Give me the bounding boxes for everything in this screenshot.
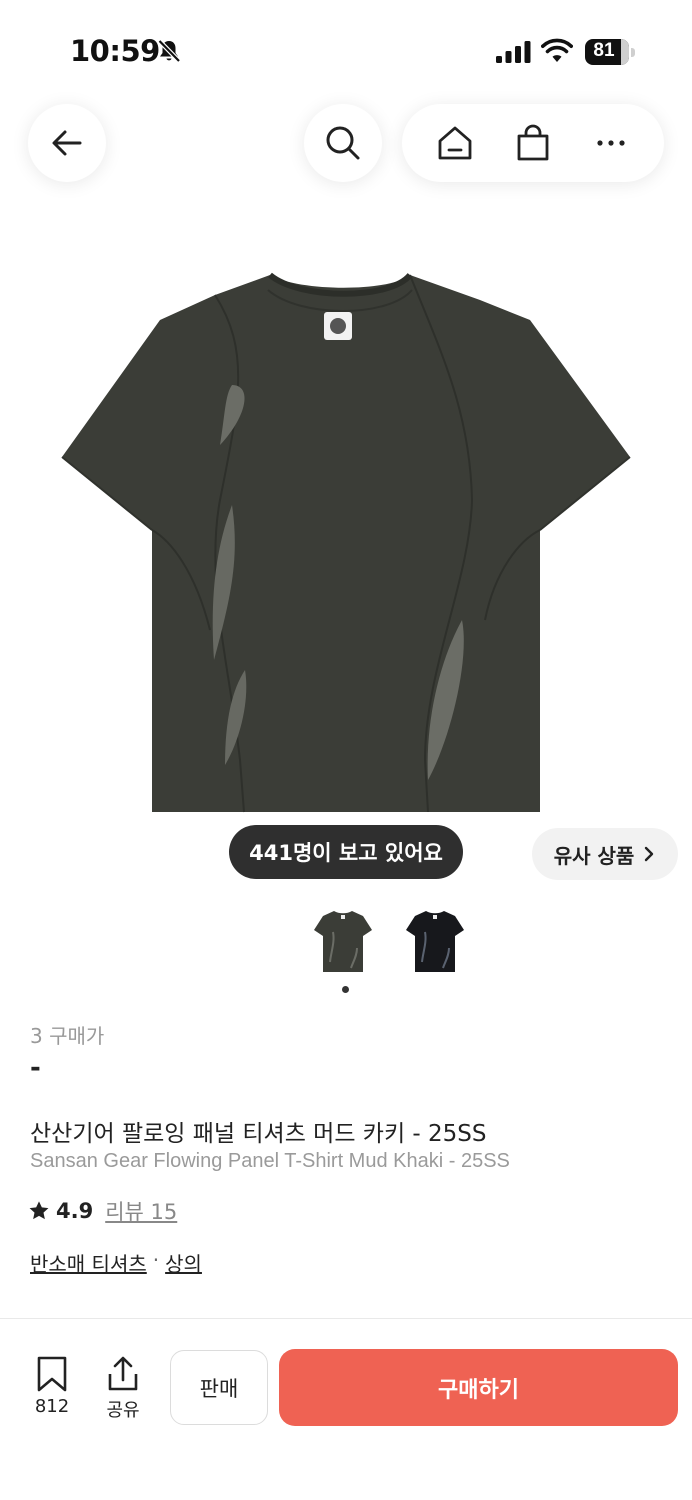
bell-slash-icon [157, 39, 181, 63]
buy-label: 구매하기 [438, 1377, 519, 1403]
thumbnail-mud-khaki[interactable] [310, 905, 376, 977]
purchase-count: 3 구매가 [30, 1024, 105, 1048]
divider [0, 1318, 692, 1319]
product-title-english: Sansan Gear Flowing Panel T-Shirt Mud Kh… [30, 1150, 510, 1172]
category-breadcrumb: 반소매 티셔츠 · 상의 [30, 1248, 202, 1277]
product-title-korean: 산산기어 팔로잉 패널 티셔츠 머드 카키 - 25SS [30, 1121, 487, 1147]
search-button[interactable] [304, 104, 382, 182]
thumbnail-black[interactable] [402, 905, 468, 977]
review-link[interactable]: 리뷰 15 [105, 1196, 177, 1226]
more-button[interactable] [591, 123, 631, 163]
buy-button[interactable]: 구매하기 [279, 1349, 678, 1426]
category-separator: · [152, 1248, 160, 1272]
tshirt-thumbnail-image [406, 911, 464, 972]
viewers-text: 441명이 보고 있어요 [249, 841, 443, 865]
share-button[interactable]: 공유 [93, 1356, 153, 1422]
home-button[interactable] [435, 123, 475, 163]
arrow-left-icon [52, 130, 82, 156]
status-bar: 10:59 81 [0, 0, 692, 100]
wifi-icon [541, 38, 573, 62]
carousel-indicator-dot [342, 986, 349, 993]
status-time: 10:59 [70, 34, 160, 68]
similar-products-label: 유사 상품 [553, 843, 635, 868]
bookmark-button[interactable]: 812 [22, 1356, 82, 1417]
tshirt-thumbnail-image [314, 911, 372, 972]
cellular-signal-icon [496, 41, 531, 63]
sell-label: 판매 [199, 1376, 239, 1401]
battery-icon: 81 [585, 39, 635, 65]
sell-button[interactable]: 판매 [170, 1350, 268, 1425]
price: - [30, 1053, 41, 1083]
nav-action-group [402, 104, 664, 182]
search-icon [326, 126, 360, 160]
viewers-badge: 441명이 보고 있어요 [229, 825, 463, 879]
rating-row: 4.9 리뷰 15 [28, 1196, 177, 1226]
battery-level: 81 [593, 40, 615, 61]
category-link-tops[interactable]: 상의 [165, 1248, 202, 1277]
bookmark-icon [37, 1356, 67, 1392]
share-label: 공유 [106, 1400, 140, 1421]
back-button[interactable] [28, 104, 106, 182]
rating-value: 4.9 [56, 1199, 94, 1223]
more-dots-icon [597, 140, 625, 146]
bookmark-count: 812 [34, 1396, 70, 1417]
chevron-right-icon [645, 846, 654, 862]
star-icon [29, 1201, 49, 1220]
similar-products-button[interactable]: 유사 상품 [532, 828, 678, 880]
home-icon [438, 126, 472, 160]
category-link-short-sleeve[interactable]: 반소매 티셔츠 [30, 1248, 147, 1277]
product-detail-page: 10:59 81 441명이 보고 있어요 유사 상품 3 구매가 - 산산기어… [0, 0, 692, 1500]
cart-button[interactable] [513, 123, 553, 163]
shopping-bag-icon [517, 124, 549, 161]
share-icon [108, 1356, 138, 1391]
product-image[interactable] [0, 240, 692, 820]
